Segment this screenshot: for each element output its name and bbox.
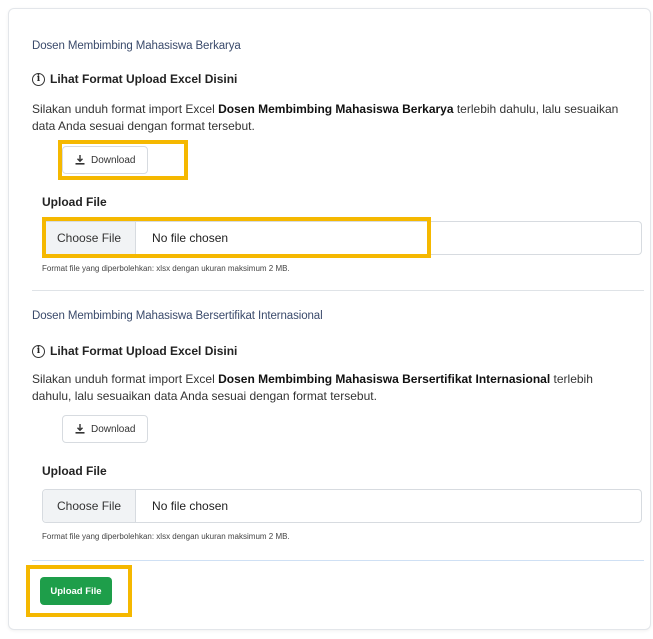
upload-file-label: Upload File [42, 195, 107, 209]
section-berkarya: Dosen Membimbing Mahasiswa Berkarya [32, 40, 644, 52]
download-button[interactable]: Download [62, 415, 149, 443]
file-format-hint: Format file yang diperbolehkan: xlsx den… [42, 532, 290, 541]
download-icon [75, 424, 85, 434]
file-input-bersertifikat[interactable]: Choose File No file chosen [42, 489, 642, 523]
highlight-box-file-input [42, 217, 431, 258]
section-title: Dosen Membimbing Mahasiswa Berkarya [32, 40, 241, 52]
highlight-box-download [58, 140, 188, 180]
download-label: Download [91, 423, 136, 435]
choose-file-button[interactable]: Choose File [43, 490, 137, 522]
section-description: Silakan unduh format import Excel Dosen … [32, 372, 593, 403]
format-info-row[interactable]: i Lihat Format Upload Excel Disini [32, 72, 644, 86]
no-file-text: No file chosen [152, 499, 229, 513]
upload-file-label: Upload File [42, 464, 107, 478]
format-info-row[interactable]: i Lihat Format Upload Excel Disini [32, 344, 644, 358]
section-divider [32, 290, 644, 291]
section-title: Dosen Membimbing Mahasiswa Bersertifikat… [32, 310, 323, 322]
info-circle-icon: i [32, 344, 45, 358]
info-heading[interactable]: Lihat Format Upload Excel Disini [50, 344, 237, 358]
section-bersertifikat: Dosen Membimbing Mahasiswa Bersertifikat… [32, 310, 644, 322]
section-divider [32, 560, 644, 561]
info-circle-icon: i [32, 72, 45, 86]
highlight-box-upload [26, 565, 132, 617]
section-description: Silakan unduh format import Excel Dosen … [32, 102, 619, 133]
info-heading[interactable]: Lihat Format Upload Excel Disini [50, 72, 237, 86]
file-format-hint: Format file yang diperbolehkan: xlsx den… [42, 264, 290, 273]
